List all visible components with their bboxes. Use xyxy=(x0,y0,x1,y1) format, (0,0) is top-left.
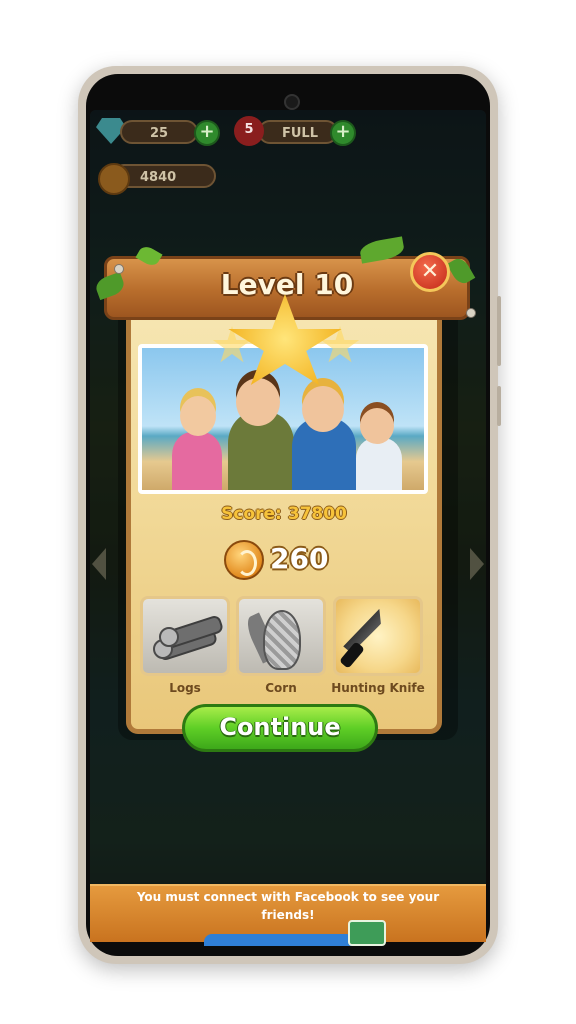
item-label-logs: Logs xyxy=(169,681,201,695)
coin-reward-icon xyxy=(224,540,264,580)
boy-figure xyxy=(356,438,402,490)
coin-reward-amount: 260 xyxy=(270,542,329,575)
close-button[interactable]: ✕ xyxy=(410,252,450,292)
continue-button[interactable]: Continue xyxy=(182,704,378,752)
volume-button xyxy=(497,296,501,366)
front-camera xyxy=(284,94,300,110)
gift-icon xyxy=(348,920,386,946)
previous-arrow-icon xyxy=(92,548,106,580)
corn-icon xyxy=(263,610,301,670)
item-label-corn: Corn xyxy=(265,681,297,695)
coin-icon xyxy=(98,163,130,195)
father-head xyxy=(236,378,280,426)
add-gems-button[interactable]: + xyxy=(194,120,220,146)
family-picture xyxy=(138,344,428,494)
heart-icon: 5 xyxy=(234,116,264,146)
lives-count: 5 xyxy=(244,122,254,137)
girl-head xyxy=(180,396,216,436)
score-label: Score: 37800 xyxy=(221,504,347,524)
item-label-hunting-knife: Hunting Knife xyxy=(331,681,425,695)
power-button xyxy=(497,386,501,426)
lives-status: FULL xyxy=(282,126,319,141)
lives-counter: FULL xyxy=(258,120,338,144)
coin-count: 4840 xyxy=(140,170,177,185)
facebook-connect-button[interactable] xyxy=(204,934,354,946)
gem-counter: 25 xyxy=(120,120,198,144)
gem-count: 25 xyxy=(150,126,169,141)
logs-icon-part xyxy=(159,627,179,647)
next-arrow-icon xyxy=(470,548,484,580)
item-logs xyxy=(140,596,230,676)
mother-head xyxy=(302,386,344,432)
nail-icon xyxy=(466,308,476,318)
boy-head xyxy=(360,408,394,444)
add-lives-button[interactable]: + xyxy=(330,120,356,146)
facebook-connect-message: You must connect with Facebook to see yo… xyxy=(136,890,440,922)
girl-figure xyxy=(172,432,222,490)
